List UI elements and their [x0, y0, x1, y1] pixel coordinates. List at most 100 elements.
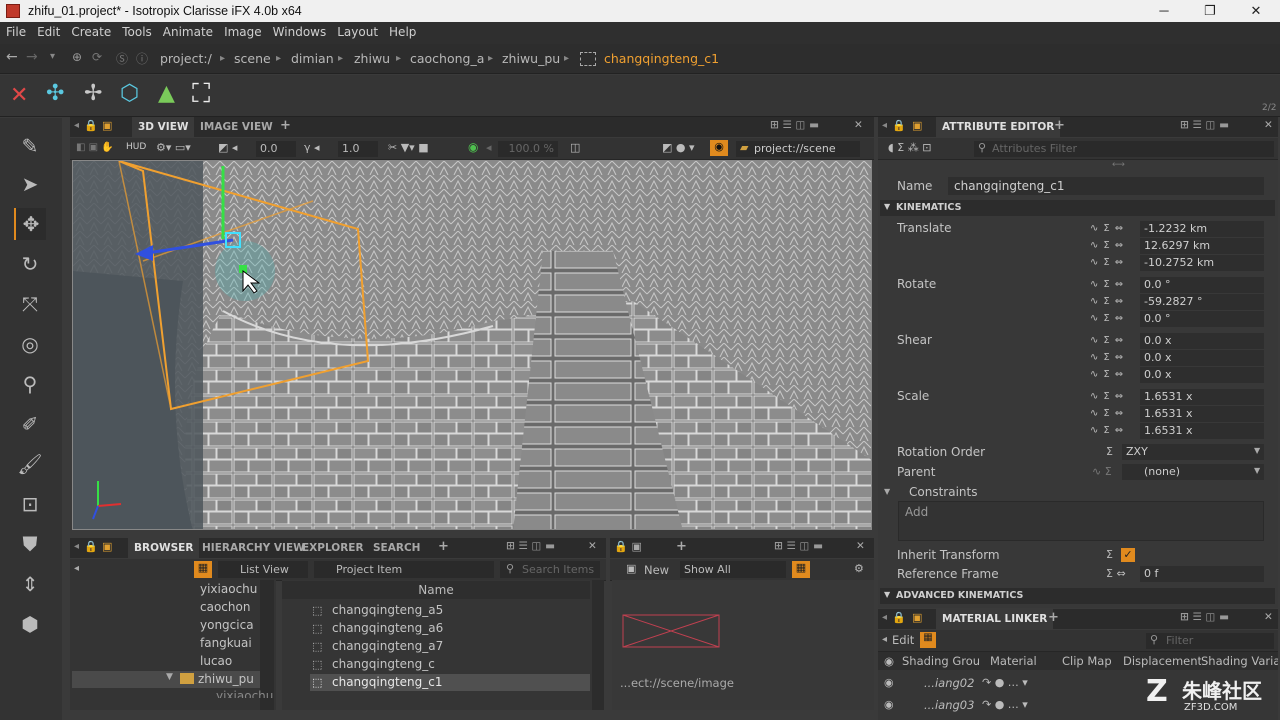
col-material[interactable]: Material [990, 652, 1037, 670]
material-cell-icons[interactable]: ↷ ● … ▾ [982, 698, 1028, 711]
collapse-arrow-icon[interactable]: ▼ [884, 590, 890, 599]
panel-close-icon[interactable]: ✕ [588, 540, 597, 552]
crumb-separator-icon[interactable]: ▸ [276, 49, 281, 69]
close-button[interactable]: ✕ [1233, 0, 1279, 22]
material-cell-icons[interactable]: ↷ ● … ▾ [982, 676, 1028, 689]
panel-close-icon[interactable]: ✕ [1264, 611, 1273, 623]
add-tab-icon[interactable]: + [1048, 610, 1059, 625]
zoom-field[interactable]: 100.0 % [498, 141, 558, 157]
tree-item-selected[interactable]: zhiwu_pu [198, 671, 254, 688]
parent-dropdown[interactable]: (none) [1122, 464, 1264, 480]
anim-icons[interactable]: ∿Σ⇔ [1090, 255, 1138, 271]
search-items-input[interactable]: Search Items [500, 561, 600, 578]
tree-item[interactable]: caochon [200, 599, 250, 616]
menu-edit[interactable]: Edit [31, 22, 65, 39]
name-column-header[interactable]: Name [282, 581, 590, 599]
back-icon[interactable]: ← [6, 49, 18, 65]
list-item[interactable]: changqingteng_c [310, 656, 590, 673]
refresh-icon[interactable]: ⟳ [92, 50, 102, 64]
sigma-icon[interactable]: Σ [1106, 548, 1113, 561]
add-tab-icon[interactable]: + [438, 539, 449, 554]
add-tab-icon[interactable]: + [1054, 118, 1065, 133]
scale-icon[interactable]: ⤧ [14, 288, 46, 320]
toolbar-icons[interactable]: ◖ Σ ⁂ ⊡ [888, 141, 931, 154]
name-field[interactable]: changqingteng_c1 [948, 177, 1264, 195]
lock-icon[interactable]: 🔒 [84, 119, 98, 132]
tree-item[interactable]: lucao [200, 653, 232, 670]
type-filter-dropdown[interactable]: Project Item [314, 561, 494, 578]
target-icon[interactable]: ⊕ [72, 50, 82, 64]
crumb-current[interactable]: changqingteng_c1 [604, 49, 719, 69]
rotate-y-field[interactable]: -59.2827 ° [1140, 294, 1264, 310]
collapse-arrow-icon[interactable]: ▼ [884, 202, 890, 211]
delete-icon[interactable]: ✕ [10, 83, 28, 108]
context-dropdown[interactable]: project://scene [736, 141, 860, 157]
anim-icons[interactable]: ∿Σ⇔ [1090, 367, 1138, 383]
material-icon[interactable]: ⬢ [14, 608, 46, 640]
layout-icon[interactable]: ⊞ ☰ ◫ ▬ [506, 540, 555, 552]
align-icon[interactable]: ⇕ [14, 568, 46, 600]
list-item[interactable]: changqingteng_a6 [310, 620, 590, 637]
render-icon[interactable]: ◉ [468, 140, 478, 154]
exposure-icon[interactable]: ◩ ◂ [218, 141, 237, 154]
col-clip-map[interactable]: Clip Map [1062, 652, 1112, 670]
tab-attribute-editor[interactable]: ATTRIBUTE EDITOR [936, 117, 1061, 137]
forward-icon[interactable]: → [26, 49, 38, 65]
eye-icon[interactable]: ◉ [710, 140, 728, 156]
crumb-separator-icon[interactable]: ▸ [396, 49, 401, 69]
add-tab-icon[interactable]: + [676, 539, 687, 554]
material-filter-input[interactable]: Filter [1146, 633, 1274, 649]
pin-icon[interactable]: ▣ [912, 119, 922, 132]
splitter-icon[interactable]: ⟷ [1112, 160, 1125, 170]
anim-icons[interactable]: ∿Σ⇔ [1090, 277, 1138, 293]
add-constraint-button[interactable]: Add [898, 501, 1264, 541]
crumb-separator-icon[interactable]: ▸ [220, 49, 225, 69]
record-icon[interactable]: ◧ ▣ ✋ [76, 142, 114, 153]
tab-search[interactable]: SEARCH [367, 538, 426, 558]
lock-icon[interactable]: 🔒 [84, 540, 98, 553]
show-dropdown[interactable]: Show All [680, 561, 786, 578]
anim-icons[interactable]: ∿Σ⇔ [1090, 350, 1138, 366]
crumb-caochong[interactable]: caochong_a [410, 49, 484, 69]
view-mode-icon[interactable]: ▦ [194, 561, 212, 578]
tree-icon[interactable]: ▲ [158, 81, 175, 106]
inherit-checkbox[interactable]: ✓ [1121, 548, 1135, 562]
crumb-separator-icon[interactable]: ▸ [338, 49, 343, 69]
camera-icon[interactable]: ◩ ● ▾ [662, 141, 695, 154]
scatter-icon[interactable]: ✣ [46, 81, 64, 106]
layout-icon[interactable]: ⊞ ☰ ◫ ▬ [1180, 611, 1229, 623]
layout-icon[interactable]: ⊞ ☰ ◫ ▬ [1180, 119, 1229, 131]
grid-icon[interactable]: ▦ [920, 632, 936, 648]
preview-toggle-icon[interactable]: ▦ [792, 561, 810, 578]
layout-icon[interactable]: ⊞ ☰ ◫ ▬ [770, 119, 819, 131]
translate-z-field[interactable]: -10.2752 km [1140, 255, 1264, 271]
reference-frame-field[interactable]: 0 f [1140, 566, 1264, 582]
sigma-icon[interactable]: Σ [1106, 445, 1113, 458]
eye-icon[interactable]: ◉ [884, 698, 894, 711]
anim-icons[interactable]: ∿Σ⇔ [1090, 423, 1138, 439]
lock-icon[interactable]: 🔒 ▣ [614, 540, 642, 553]
anim-icons[interactable]: ∿Σ⇔ [1090, 311, 1138, 327]
toggle-icon[interactable]: ◂ [882, 634, 887, 645]
scale-z-field[interactable]: 1.6531 x [1140, 423, 1264, 439]
menu-animate[interactable]: Animate [157, 22, 218, 39]
rotate-x-field[interactable]: 0.0 ° [1140, 277, 1264, 293]
3d-viewport[interactable] [72, 160, 872, 530]
pin-icon[interactable]: ▣ [102, 540, 112, 553]
panel-close-icon[interactable]: ✕ [856, 540, 865, 552]
select-icon[interactable]: ➤ [14, 168, 46, 200]
crumb-scene[interactable]: scene [234, 49, 271, 69]
eyedropper-icon[interactable]: ✎ [14, 130, 46, 162]
display-icon[interactable]: ⚙▾ ▭▾ [156, 141, 191, 154]
translate-y-field[interactable]: 12.6297 km [1140, 238, 1264, 254]
minimize-button[interactable]: ─ [1141, 0, 1187, 22]
stamp-icon[interactable]: ⚲ [14, 368, 46, 400]
gamma-field[interactable]: 1.0 [338, 141, 378, 157]
anim-icons[interactable]: ∿Σ⇔ [1090, 389, 1138, 405]
anim-icons[interactable]: ∿Σ⇔ [1090, 294, 1138, 310]
crumb-dimian[interactable]: dimian [291, 49, 334, 69]
col-displacement[interactable]: Displacement [1123, 652, 1201, 670]
collapse-arrow-icon[interactable]: ▼ [884, 487, 890, 496]
menu-windows[interactable]: Windows [267, 22, 332, 39]
history-dropdown-icon[interactable]: ▾ [50, 51, 55, 62]
